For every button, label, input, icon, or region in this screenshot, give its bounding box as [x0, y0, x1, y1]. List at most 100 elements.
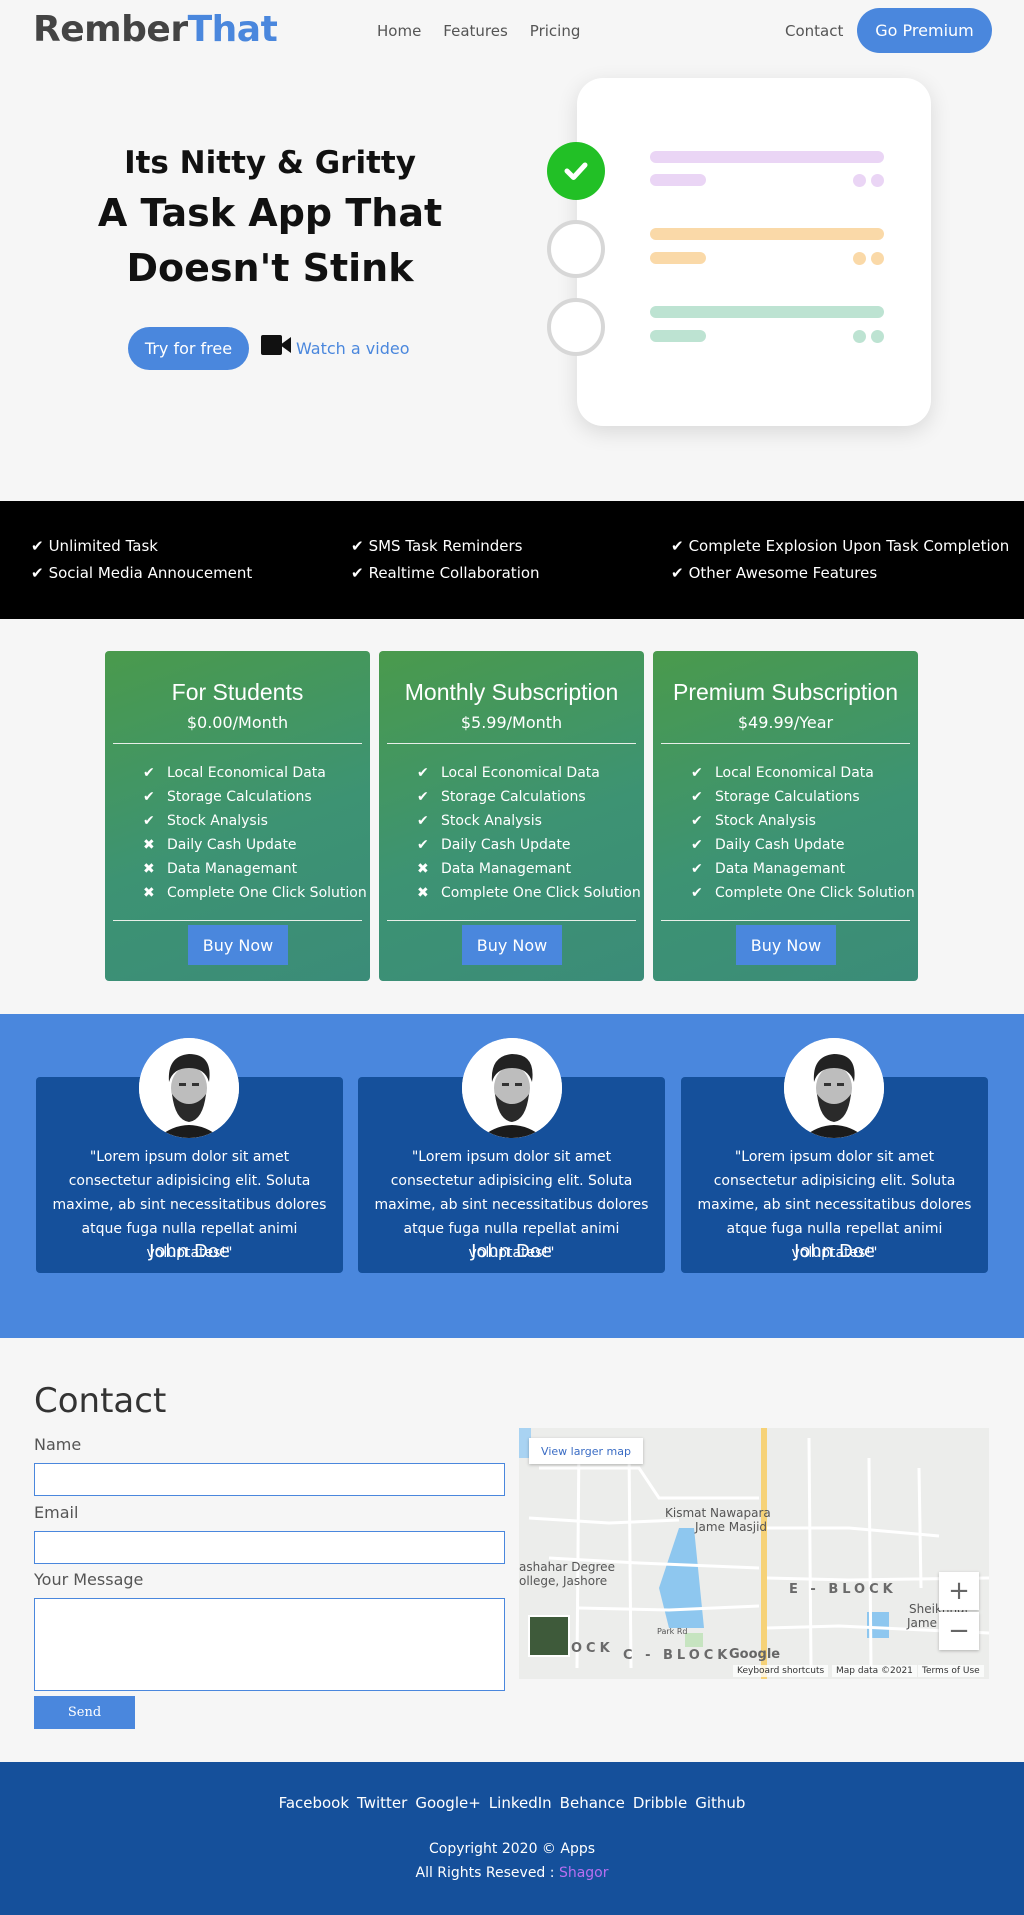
zoom-out-button[interactable]: − — [939, 1612, 979, 1650]
check-icon: ✔ — [691, 765, 703, 781]
plan-feature-item: ✔ Stock Analysis — [143, 809, 367, 833]
plan-price: $5.99/Month — [460, 713, 563, 732]
plan-feature-item: ✔ Storage Calculations — [691, 785, 915, 809]
plan-feature-label: Complete One Click Solution — [167, 885, 367, 901]
check-icon: ✔ — [31, 564, 44, 582]
plan-feature-list: ✔ Local Economical Data ✔ Storage Calculati… — [417, 761, 641, 905]
plan-feature-label: Data Managemant — [715, 861, 846, 877]
plan-feature-item: ✔ Local Economical Data — [691, 761, 915, 785]
check-icon: ✔ — [691, 861, 703, 877]
avatar — [139, 1038, 239, 1138]
pricing-card-premium: Premium Subscription $49.99/Year ✔ Local … — [653, 651, 918, 981]
keyboard-shortcuts-link[interactable]: Keyboard shortcuts — [733, 1665, 829, 1677]
brand-logo[interactable]: RemberThat — [33, 9, 278, 50]
buy-now-button[interactable]: Buy Now — [462, 925, 562, 965]
plan-feature-label: Storage Calculations — [715, 789, 860, 805]
zoom-in-button[interactable]: + — [939, 1572, 979, 1610]
task-complete-check-icon — [547, 142, 605, 200]
map-label: Kismat Nawapara — [665, 1506, 771, 1520]
email-input[interactable] — [34, 1531, 505, 1564]
divider — [113, 743, 362, 744]
author-link[interactable]: Shagor — [559, 1865, 609, 1881]
check-icon: ✔ — [143, 813, 155, 829]
check-icon: ✔ — [417, 837, 429, 853]
copyright-text: Copyright 2020 © Apps — [428, 1841, 596, 1857]
map-embed[interactable]: View larger map Kismat Nawapara Jame Mas… — [519, 1428, 989, 1679]
nav-link-pricing[interactable]: Pricing — [530, 22, 581, 40]
avatar — [462, 1038, 562, 1138]
plan-feature-label: Local Economical Data — [715, 765, 874, 781]
plan-feature-item: ✔ Data Managemant — [691, 857, 915, 881]
plan-feature-label: Stock Analysis — [167, 813, 268, 829]
plan-feature-item: ✔ Local Economical Data — [143, 761, 367, 785]
divider — [387, 920, 636, 921]
social-facebook[interactable]: Facebook — [279, 1794, 349, 1812]
divider — [661, 920, 910, 921]
feature-label: Other Awesome Features — [688, 564, 878, 582]
social-github[interactable]: Github — [695, 1794, 745, 1812]
task-dot — [853, 174, 866, 187]
hero-text: Its Nitty & Gritty A Task App That Doesn… — [70, 145, 470, 297]
plan-feature-item: ✔ Complete One Click Solution — [691, 881, 915, 905]
plan-feature-label: Stock Analysis — [715, 813, 816, 829]
check-icon: ✔ — [417, 765, 429, 781]
check-icon: ✔ — [143, 789, 155, 805]
feature-item: ✔ SMS Task Reminders — [351, 537, 522, 555]
hero-title-line2: Doesn't Stink — [126, 246, 414, 290]
plan-feature-item: ✖ Daily Cash Update — [143, 833, 367, 857]
footer: Facebook Twitter Google+ LinkedIn Behanc… — [0, 1762, 1024, 1915]
go-premium-button[interactable]: Go Premium — [857, 8, 992, 53]
message-textarea[interactable] — [34, 1598, 505, 1691]
task-incomplete-circle-icon — [547, 220, 605, 278]
buy-now-button[interactable]: Buy Now — [736, 925, 836, 965]
social-linkedin[interactable]: LinkedIn — [489, 1794, 552, 1812]
feature-label: Complete Explosion Upon Task Completion — [688, 537, 1010, 555]
nav-link-features[interactable]: Features — [443, 22, 508, 40]
feature-item: ✔ Complete Explosion Upon Task Completion — [671, 537, 1009, 555]
task-dot — [871, 174, 884, 187]
check-icon: ✔ — [351, 564, 364, 582]
check-icon: ✔ — [143, 765, 155, 781]
pricing-card-monthly: Monthly Subscription $5.99/Month ✔ Local … — [379, 651, 644, 981]
social-links: Facebook Twitter Google+ LinkedIn Behanc… — [0, 1794, 1024, 1812]
task-bar — [650, 151, 884, 163]
send-button[interactable]: Send — [34, 1696, 135, 1729]
plan-name: Monthly Subscription — [404, 679, 619, 705]
check-icon: ✔ — [671, 537, 684, 555]
social-twitter[interactable]: Twitter — [357, 1794, 407, 1812]
divider — [113, 920, 362, 921]
map-label: Jame Masjid — [695, 1520, 768, 1534]
plan-feature-label: Daily Cash Update — [715, 837, 845, 853]
email-label: Email — [34, 1503, 79, 1522]
task-bar — [650, 228, 884, 240]
check-icon: ✔ — [691, 789, 703, 805]
social-dribbble[interactable]: Dribble — [633, 1794, 687, 1812]
cross-icon: ✖ — [417, 861, 429, 877]
plan-feature-item: ✔ Daily Cash Update — [417, 833, 641, 857]
avatar — [784, 1038, 884, 1138]
testimonial-name: John Doe — [471, 1241, 552, 1262]
social-googleplus[interactable]: Google+ — [415, 1794, 480, 1812]
nav-link-contact[interactable]: Contact — [785, 22, 843, 40]
cross-icon: ✖ — [143, 837, 155, 853]
hero-title-line1: A Task App That — [97, 191, 443, 235]
name-label: Name — [34, 1435, 82, 1454]
name-input[interactable] — [34, 1463, 505, 1496]
testimonials-section: "Lorem ipsum dolor sit amet consectetur … — [0, 1014, 1024, 1338]
feature-item: ✔ Unlimited Task — [31, 537, 158, 555]
feature-item: ✔ Other Awesome Features — [671, 564, 877, 582]
map-label: Park Rd — [657, 1627, 688, 1636]
feature-label: Realtime Collaboration — [368, 564, 540, 582]
nav-link-home[interactable]: Home — [377, 22, 421, 40]
watch-video-link[interactable]: Watch a video — [261, 334, 410, 359]
buy-now-button[interactable]: Buy Now — [188, 925, 288, 965]
check-icon: ✔ — [351, 537, 364, 555]
try-free-button[interactable]: Try for free — [128, 327, 249, 370]
map-label: ollege, Jashore — [519, 1574, 608, 1588]
social-behance[interactable]: Behance — [560, 1794, 625, 1812]
feature-item: ✔ Social Media Annoucement — [31, 564, 252, 582]
plan-feature-label: Daily Cash Update — [167, 837, 297, 853]
terms-of-use-link[interactable]: Terms of Use — [918, 1665, 984, 1677]
view-larger-map-link[interactable]: View larger map — [529, 1438, 643, 1464]
plan-name: For Students — [171, 679, 304, 705]
